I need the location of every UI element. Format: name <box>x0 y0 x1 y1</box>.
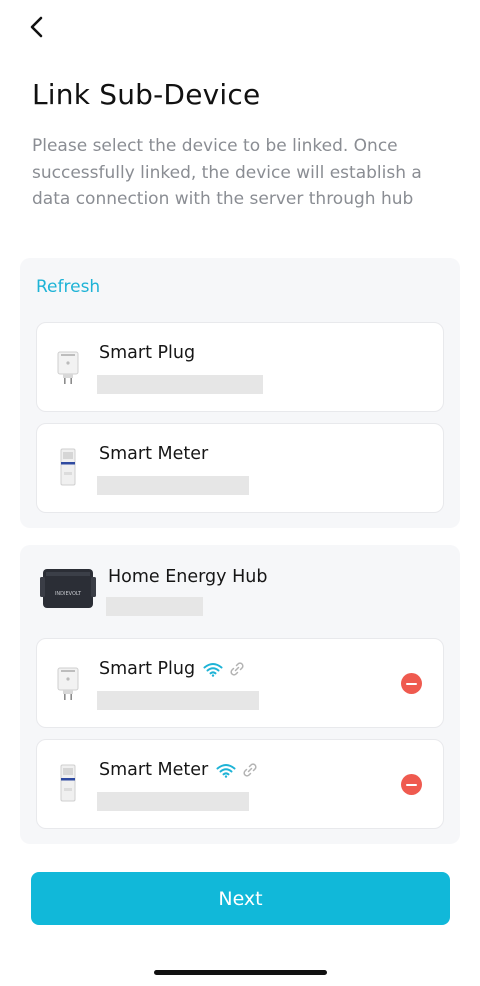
device-name: Smart Plug <box>99 659 196 679</box>
device-id-placeholder <box>97 476 249 495</box>
smart-meter-icon <box>60 764 76 802</box>
energy-hub-icon: INDIEVOLT <box>40 569 96 608</box>
smart-meter-icon <box>60 448 76 486</box>
home-indicator[interactable] <box>154 970 327 975</box>
link-icon <box>243 763 257 777</box>
connection-status <box>216 762 258 778</box>
remove-device-button[interactable] <box>401 774 422 795</box>
available-devices-panel: Refresh Smart Plug Smart Meter <box>20 258 460 528</box>
device-name: Smart Meter <box>99 760 209 780</box>
hub-name: Home Energy Hub <box>108 567 268 587</box>
next-button[interactable]: Next <box>31 872 450 925</box>
refresh-link[interactable]: Refresh <box>36 277 100 297</box>
linked-device-card-smart-plug[interactable]: Smart Plug <box>36 638 444 728</box>
hub-id-placeholder <box>106 597 203 616</box>
link-sub-device-screen: Link Sub-Device Please select the device… <box>0 0 480 986</box>
wifi-icon <box>203 662 223 677</box>
page-title: Link Sub-Device <box>32 78 261 111</box>
hub-panel: INDIEVOLT Home Energy Hub Smart Plug Sma… <box>20 545 460 844</box>
device-card-smart-plug[interactable]: Smart Plug <box>36 322 444 412</box>
link-icon <box>230 662 244 676</box>
smart-plug-icon <box>57 667 79 700</box>
wifi-icon <box>216 763 236 778</box>
remove-device-button[interactable] <box>401 673 422 694</box>
hub-brand-label: INDIEVOLT <box>55 591 82 597</box>
hub-header: INDIEVOLT Home Energy Hub <box>36 563 436 623</box>
device-id-placeholder <box>97 691 259 710</box>
device-id-placeholder <box>97 375 263 394</box>
device-name-row: Smart Meter <box>99 760 258 780</box>
connection-status <box>203 661 245 677</box>
smart-plug-icon <box>57 351 79 384</box>
linked-device-card-smart-meter[interactable]: Smart Meter <box>36 739 444 829</box>
device-name-row: Smart Plug <box>99 659 245 679</box>
device-card-smart-meter[interactable]: Smart Meter <box>36 423 444 513</box>
chevron-left-icon <box>30 16 43 38</box>
device-name: Smart Plug <box>99 343 196 363</box>
device-name: Smart Meter <box>99 444 209 464</box>
device-id-placeholder <box>97 792 249 811</box>
back-button[interactable] <box>26 12 50 42</box>
page-description: Please select the device to be linked. O… <box>32 136 422 209</box>
